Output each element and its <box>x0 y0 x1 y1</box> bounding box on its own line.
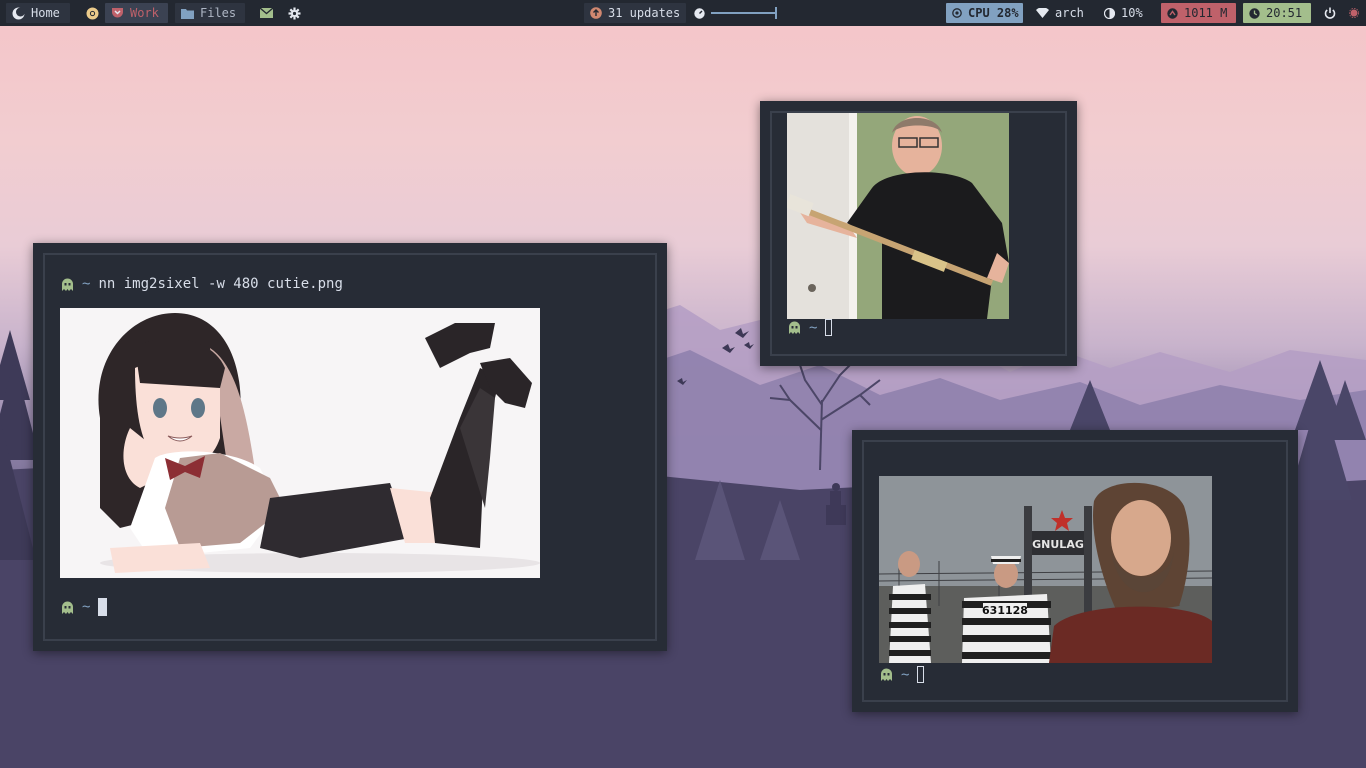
memory-label: 1011 M <box>1184 6 1228 20</box>
wifi-icon <box>1036 8 1049 18</box>
clock-label: 20:51 <box>1266 6 1303 20</box>
ghost-icon <box>61 601 74 614</box>
terminal-window-top-right[interactable]: ~ <box>760 101 1077 366</box>
prompt-tilde: ~ <box>809 319 818 336</box>
workspace-home[interactable]: Home <box>6 3 70 23</box>
browser-launcher[interactable] <box>80 3 102 23</box>
command-line: ~ nn img2sixel -w 480 cutie.png <box>61 276 343 292</box>
terminal-window-bottom-right[interactable]: GNULAG 631128 ~ <box>852 430 1298 712</box>
power-button[interactable] <box>1318 3 1340 23</box>
sixel-image-gnulag: GNULAG 631128 <box>879 476 1212 663</box>
brightness-indicator[interactable]: 10% <box>1098 3 1154 23</box>
workspace-files[interactable]: Files <box>175 3 245 23</box>
command-line-next: ~ <box>61 598 108 616</box>
updates-indicator[interactable]: 31 updates <box>584 3 686 23</box>
settings-launcher[interactable] <box>282 3 304 23</box>
top-panel: Home Work Files 31 updates CPU 28% arch … <box>0 0 1366 26</box>
volume-slider[interactable] <box>711 7 779 19</box>
clock-indicator[interactable]: 20:51 <box>1243 3 1311 23</box>
moon-icon <box>12 7 25 20</box>
command-line: ~ <box>880 666 925 683</box>
text-cursor <box>98 598 108 616</box>
gulag-sign-text: GNULAG <box>1032 538 1084 551</box>
arrow-up-circle-icon <box>590 7 602 19</box>
speaker-dial-icon <box>694 7 705 19</box>
sixel-image-anime <box>60 308 540 578</box>
tray-dot-icon <box>1349 8 1359 18</box>
workspace-files-label: Files <box>200 6 237 20</box>
memory-gauge-icon <box>1167 7 1178 19</box>
volume-control[interactable] <box>688 3 788 23</box>
brightness-label: 10% <box>1121 6 1143 20</box>
tray-indicator[interactable] <box>1346 3 1364 23</box>
memory-indicator: 1011 M <box>1161 3 1236 23</box>
gear-icon <box>288 7 301 20</box>
folder-icon <box>181 8 194 19</box>
workspace-work[interactable]: Work <box>105 3 168 23</box>
ghost-icon <box>880 668 893 681</box>
updates-label: 31 updates <box>608 6 681 20</box>
network-label: arch <box>1055 6 1084 20</box>
sixel-image-photo-man <box>787 113 1009 319</box>
workspace-home-label: Home <box>31 6 60 20</box>
prompt-tilde: ~ <box>82 599 91 615</box>
cpu-indicator: CPU 28% <box>946 3 1023 23</box>
prompt-tilde: ~ <box>901 666 910 683</box>
prompt-tilde: ~ <box>82 276 91 292</box>
command-text: nn img2sixel -w 480 cutie.png <box>98 276 343 292</box>
prisoner-number-text: 631128 <box>982 604 1028 617</box>
pocket-icon <box>111 7 124 19</box>
network-indicator[interactable]: arch <box>1030 3 1094 23</box>
ghost-icon <box>61 278 74 291</box>
volume-slider-fill <box>711 12 776 14</box>
cpu-label: CPU 28% <box>968 6 1019 20</box>
ghost-icon <box>788 321 801 334</box>
mail-launcher[interactable] <box>254 3 276 23</box>
chrome-icon <box>86 7 99 20</box>
text-cursor <box>825 319 833 336</box>
command-line: ~ <box>788 319 833 336</box>
brightness-icon <box>1104 7 1115 19</box>
mail-icon <box>260 8 273 18</box>
power-icon <box>1324 7 1336 19</box>
text-cursor <box>917 666 925 683</box>
terminal-window-main[interactable]: ~ nn img2sixel -w 480 cutie.png ~ <box>33 243 667 651</box>
clock-icon <box>1249 7 1260 19</box>
cpu-chip-icon <box>952 8 962 18</box>
workspace-work-label: Work <box>130 6 159 20</box>
volume-slider-knob[interactable] <box>775 7 777 19</box>
